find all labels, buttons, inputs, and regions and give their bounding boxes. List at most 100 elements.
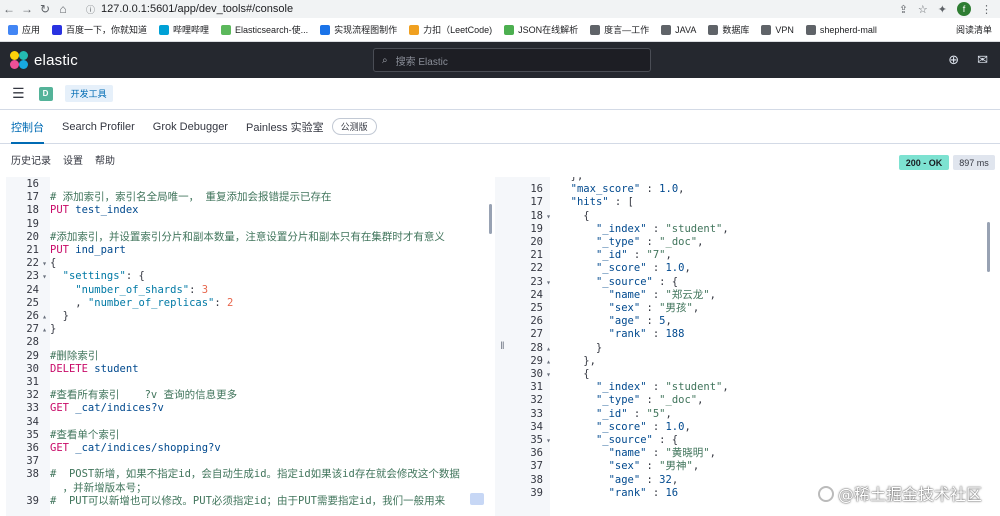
code-line: 28 [6,336,495,349]
line-number: 26 [26,310,39,322]
bookmark-item[interactable]: 数据库 [708,23,749,36]
line-number: 17 [26,191,39,204]
tab-2[interactable]: Grok Debugger [153,110,228,144]
tab-3[interactable]: Painless 实验室 [246,110,324,144]
global-search-input[interactable]: ⌕ 搜索 Elastic [373,48,651,72]
help-button[interactable]: 帮助 [95,152,115,167]
bookmark-item[interactable]: VPN [761,24,794,35]
space-avatar[interactable]: D [38,86,53,101]
response-scrollbar[interactable] [987,222,990,272]
code-text: "sex" : "男神", [558,460,700,473]
fold-toggle-icon[interactable]: ▴ [543,355,554,368]
home-icon[interactable]: ⌂ [54,0,72,18]
bookmark-item[interactable]: JSON在线解析 [504,23,578,36]
bookmark-item[interactable]: 实现流程图制作 [320,23,397,36]
code-token: "_type" [595,236,641,248]
line-number: 38 [26,468,39,481]
bookmark-icon [761,24,772,35]
code-text: } [558,342,602,355]
code-line: 35 ▾ "_source" : { [510,434,1000,447]
devtools-tabs: 控制台 Search Profiler Grok Debugger Painless … [0,110,1000,144]
bookmark-item[interactable]: JAVA [661,24,696,35]
code-line: 20 #添加索引，并设置索引分片和副本数量，注意设置分片和副本只有在集群时才有意义 [6,231,495,244]
code-token: PUT [50,204,69,217]
response-viewer[interactable]: },16 "max_score" : 1.0,17 "hits" : [18▾ … [510,177,1000,516]
line-number: 21 [530,249,543,262]
beta-badge: 公测版 [331,118,377,135]
bookmark-item[interactable]: 百度一下，你就知道 [52,23,147,36]
tab-0[interactable]: 控制台 [11,110,44,144]
help-icon[interactable]: ⊕ [948,52,959,68]
line-number: 39 [530,486,543,499]
line-number: 35 [26,428,39,441]
code-text: "sex" : "男孩", [558,302,700,315]
bookmark-item[interactable]: 度言—工作 [590,23,649,36]
code-token: #查看所有索引 ?v 查询的信息更多 [50,389,238,402]
code-line: 33 GET _cat/indices?v [6,402,495,415]
fold-toggle-icon[interactable]: ▾ [543,276,554,289]
more-icon[interactable]: ⋮ [981,3,992,16]
address-bar[interactable]: ⓘ 127.0.0.1:5601/app/dev_tools#/console [82,1,899,17]
reload-icon[interactable]: ↻ [36,0,54,18]
code-text: #查看所有索引 ?v 查询的信息更多 [50,389,237,402]
bookmark-label: 实现流程图制作 [334,25,398,35]
code-token: "黄晓明" [665,447,710,460]
fold-toggle-icon[interactable]: ▴ [543,342,554,355]
code-token: "sex" [608,302,641,314]
request-editor[interactable]: 16 17 # 添加索引，索引名全局唯一， 重复添加会报错提示已存在 18 PUT te… [6,177,495,516]
bookmark-item[interactable]: 应用 [8,23,40,36]
code-line: 34 [6,416,495,429]
line-number: 37 [26,455,39,468]
history-button[interactable]: 历史记录 [11,152,51,167]
fold-toggle-icon[interactable]: ▾ [543,434,554,447]
share-icon[interactable]: ⇪ [899,3,908,16]
code-token: , [692,460,700,473]
code-line: 22 "_score" : 1.0, [510,262,1000,275]
code-token: : { [652,434,679,446]
elastic-logo[interactable]: elastic [10,51,78,69]
fold-toggle-icon[interactable]: ▾ [543,368,554,381]
request-scrollbar[interactable] [489,204,492,234]
line-number: 23 [530,275,543,288]
fold-toggle-icon[interactable]: ▾ [39,257,50,270]
fold-toggle-icon[interactable]: ▾ [543,210,554,223]
code-token: : { [125,270,145,283]
code-text: { [50,257,56,270]
code-token: , [665,407,672,420]
breadcrumb-current[interactable]: 开发工具 [64,85,113,102]
pane-resizer[interactable]: ‖ [495,177,510,516]
line-number: 27 [530,328,543,341]
fold-toggle-icon[interactable]: ▴ [39,323,50,336]
extensions-icon[interactable]: ✦ [938,3,947,16]
menu-icon[interactable]: ☰ [12,85,25,102]
reading-list-button[interactable]: 阅读清单 [956,23,992,36]
back-icon[interactable]: ← [0,0,18,18]
forward-icon[interactable]: → [18,0,36,18]
fold-toggle-icon[interactable]: ▾ [39,270,50,283]
code-token: GET [50,402,69,415]
bookmark-item[interactable]: Elasticsearch-使... [221,23,308,36]
bookmark-item[interactable]: shepherd-mall [805,24,877,35]
code-line: 30 ▾ { [510,368,1000,381]
wrench-icon[interactable] [470,493,484,505]
star-icon[interactable]: ☆ [918,3,928,16]
news-icon[interactable]: ✉ [977,52,988,68]
tab-1[interactable]: Search Profiler [62,110,135,144]
bookmark-label: 力扣（LeetCode) [423,25,493,35]
info-icon[interactable]: ⓘ [86,3,95,16]
settings-button[interactable]: 设置 [63,152,83,167]
profile-avatar[interactable]: f [957,2,971,16]
fold-toggle-icon[interactable]: ▴ [39,310,50,323]
bookmark-item[interactable]: 力扣（LeetCode) [409,23,492,36]
bookmark-item[interactable]: 哔哩哔哩 [159,23,209,36]
code-line: 36 "name" : "黄晓明", [510,447,1000,460]
code-token: { [558,368,590,380]
code-token: "student" [665,381,723,394]
